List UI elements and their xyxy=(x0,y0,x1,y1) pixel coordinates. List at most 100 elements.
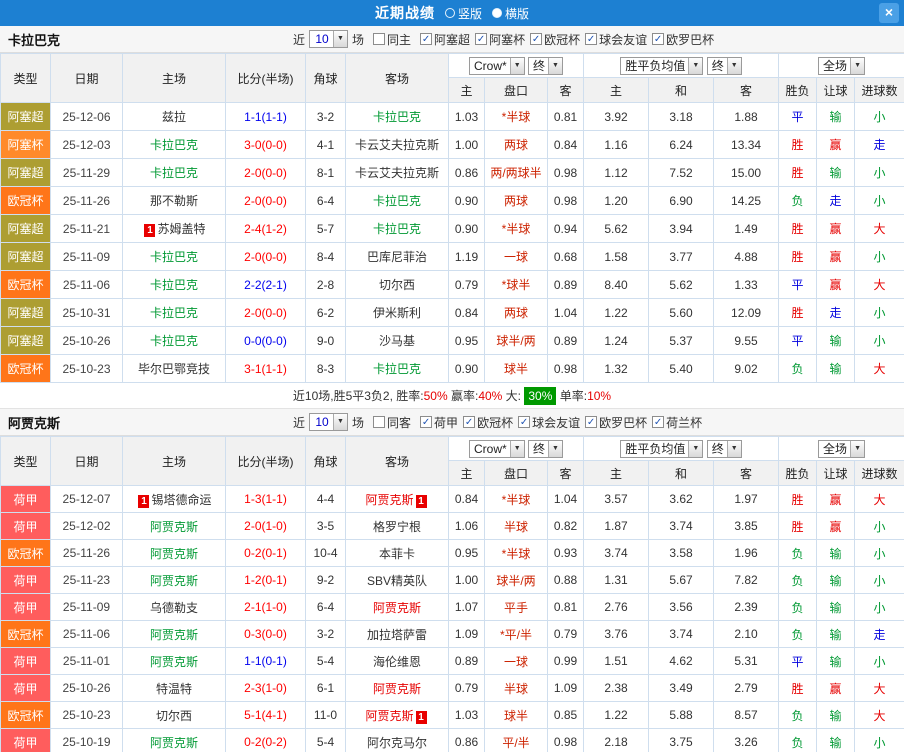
score-cell[interactable]: 2-0(0-0) xyxy=(225,242,306,271)
euro-draw-odds: 3.75 xyxy=(648,728,715,752)
team-name[interactable]: 卡拉巴克 xyxy=(150,278,198,292)
team-name[interactable]: 海伦维恩 xyxy=(373,655,421,669)
goals-result-cell: 走 xyxy=(854,620,904,648)
league-filter-checkbox[interactable]: ✓ 欧冠杯 xyxy=(530,31,580,48)
team-name[interactable]: 卡云艾夫拉克斯 xyxy=(355,166,439,180)
bookmaker-select[interactable]: Crow* ▼ xyxy=(468,56,525,75)
score-cell[interactable]: 0-3(0-0) xyxy=(225,620,306,648)
team-name[interactable]: 卡拉巴克 xyxy=(150,306,198,320)
same-away-checkbox[interactable]: 同客 xyxy=(373,414,411,431)
team-name[interactable]: 阿贾克斯 xyxy=(150,520,198,534)
landscape-layout-radio[interactable]: 横版 xyxy=(492,5,529,22)
score-cell[interactable]: 3-1(1-1) xyxy=(225,354,306,383)
team-name[interactable]: 苏姆盖特 xyxy=(157,222,205,236)
league-filter-checkbox[interactable]: ✓ 欧罗巴杯 xyxy=(585,414,647,431)
team-name[interactable]: 切尔西 xyxy=(379,278,415,292)
team-name[interactable]: 卡拉巴克 xyxy=(150,138,198,152)
team-name[interactable]: 特温特 xyxy=(156,682,192,696)
score-cell[interactable]: 3-0(0-0) xyxy=(225,130,306,159)
score-cell[interactable]: 2-1(1-0) xyxy=(225,593,306,621)
asian-final-select[interactable]: 终 ▼ xyxy=(528,56,564,75)
team-name[interactable]: 卡拉巴克 xyxy=(150,166,198,180)
score-cell[interactable]: 2-0(0-0) xyxy=(225,186,306,215)
team-name[interactable]: 沙马基 xyxy=(379,334,415,348)
match-count-select[interactable]: 10 ▼ xyxy=(309,413,349,431)
score-cell[interactable]: 2-0(0-0) xyxy=(225,158,306,187)
team-name[interactable]: 巴库尼菲治 xyxy=(367,250,427,264)
corners-cell: 9-0 xyxy=(305,326,346,355)
league-filter-checkbox[interactable]: ✓ 欧罗巴杯 xyxy=(652,31,714,48)
bookmaker-select[interactable]: Crow* ▼ xyxy=(468,439,525,458)
score-cell[interactable]: 1-1(0-1) xyxy=(225,647,306,675)
team-name[interactable]: 那不勒斯 xyxy=(150,194,198,208)
score-cell[interactable]: 2-0(0-0) xyxy=(225,298,306,327)
league-filter-checkbox[interactable]: ✓ 球会友谊 xyxy=(518,414,580,431)
euro-final-select[interactable]: 终 ▼ xyxy=(706,56,742,75)
team-name[interactable]: 毕尔巴鄂竞技 xyxy=(138,362,210,376)
close-button[interactable]: × xyxy=(879,3,899,23)
euro-average-select[interactable]: 胜平负均值 ▼ xyxy=(620,56,704,75)
team-name[interactable]: 兹拉 xyxy=(162,110,186,124)
euro-average-select[interactable]: 胜平负均值 ▼ xyxy=(620,439,704,458)
euro-final-select[interactable]: 终 ▼ xyxy=(706,439,742,458)
same-home-checkbox[interactable]: 同主 xyxy=(373,31,411,48)
portrait-layout-radio[interactable]: 竖版 xyxy=(444,5,482,22)
league-filter-checkbox[interactable]: ✓ 阿塞超 xyxy=(420,31,470,48)
match-count-select[interactable]: 10 ▼ xyxy=(309,30,349,48)
score-cell[interactable]: 2-0(1-0) xyxy=(225,512,306,540)
scope-select[interactable]: 全场 ▼ xyxy=(818,56,866,75)
team-name[interactable]: 本菲卡 xyxy=(379,547,415,561)
score-cell[interactable]: 1-3(1-1) xyxy=(225,485,306,513)
team-name[interactable]: 卡拉巴克 xyxy=(150,334,198,348)
team-name[interactable]: 卡拉巴克 xyxy=(373,222,421,236)
team-name[interactable]: 卡云艾夫拉克斯 xyxy=(355,138,439,152)
team-name[interactable]: 乌德勒支 xyxy=(150,601,198,615)
team-name[interactable]: SBV精英队 xyxy=(367,574,427,588)
team-name[interactable]: 阿尔克马尔 xyxy=(367,736,427,750)
result-cell: 负 xyxy=(778,593,818,621)
col-header-type: 类型 xyxy=(0,436,51,486)
score-cell[interactable]: 2-2(2-1) xyxy=(225,270,306,299)
team-name[interactable]: 卡拉巴克 xyxy=(373,194,421,208)
league-filter-checkbox[interactable]: ✓ 荷甲 xyxy=(420,414,458,431)
date-cell: 25-11-21 xyxy=(50,214,123,243)
handicap-result-cell: 输 xyxy=(816,102,856,131)
team-name[interactable]: 卡拉巴克 xyxy=(373,362,421,376)
date-cell: 25-11-29 xyxy=(50,158,123,187)
result-cell: 胜 xyxy=(778,158,818,187)
team-name[interactable]: 阿贾克斯 xyxy=(150,574,198,588)
team-name[interactable]: 阿贾克斯 xyxy=(150,736,198,750)
team-name[interactable]: 格罗宁根 xyxy=(373,520,421,534)
team-name[interactable]: 加拉塔萨雷 xyxy=(367,628,427,642)
team-name[interactable]: 阿贾克斯 xyxy=(365,493,413,507)
score-cell[interactable]: 5-1(4-1) xyxy=(225,701,306,729)
team-name[interactable]: 切尔西 xyxy=(156,709,192,723)
team-name[interactable]: 阿贾克斯 xyxy=(150,628,198,642)
score-cell[interactable]: 1-2(0-1) xyxy=(225,566,306,594)
col-header-ah-away: 客 xyxy=(546,77,585,103)
score-cell[interactable]: 2-3(1-0) xyxy=(225,674,306,702)
league-filter-checkbox[interactable]: ✓ 欧冠杯 xyxy=(463,414,513,431)
team-name[interactable]: 卡拉巴克 xyxy=(150,250,198,264)
score-cell[interactable]: 0-2(0-2) xyxy=(225,728,306,752)
scope-select[interactable]: 全场 ▼ xyxy=(818,439,866,458)
team-name[interactable]: 阿贾克斯 xyxy=(365,709,413,723)
result-cell: 胜 xyxy=(778,130,818,159)
team-name[interactable]: 阿贾克斯 xyxy=(373,682,421,696)
team-name[interactable]: 阿贾克斯 xyxy=(150,547,198,561)
team-name[interactable]: 伊米斯利 xyxy=(373,306,421,320)
team-name[interactable]: 阿贾克斯 xyxy=(373,601,421,615)
league-filter-checkbox[interactable]: ✓ 球会友谊 xyxy=(585,31,647,48)
score-cell[interactable]: 1-1(1-1) xyxy=(225,102,306,131)
team-name[interactable]: 锡塔德命运 xyxy=(151,493,211,507)
corners-cell: 8-4 xyxy=(305,242,346,271)
team-name[interactable]: 阿贾克斯 xyxy=(150,655,198,669)
score-cell[interactable]: 2-4(1-2) xyxy=(225,214,306,243)
league-filter-checkbox[interactable]: ✓ 荷兰杯 xyxy=(652,414,702,431)
asian-final-select[interactable]: 终 ▼ xyxy=(528,439,564,458)
league-filter-checkbox[interactable]: ✓ 阿塞杯 xyxy=(475,31,525,48)
score-cell[interactable]: 0-2(0-1) xyxy=(225,539,306,567)
score-cell[interactable]: 0-0(0-0) xyxy=(225,326,306,355)
goals-result-cell: 小 xyxy=(854,566,904,594)
team-name[interactable]: 卡拉巴克 xyxy=(373,110,421,124)
